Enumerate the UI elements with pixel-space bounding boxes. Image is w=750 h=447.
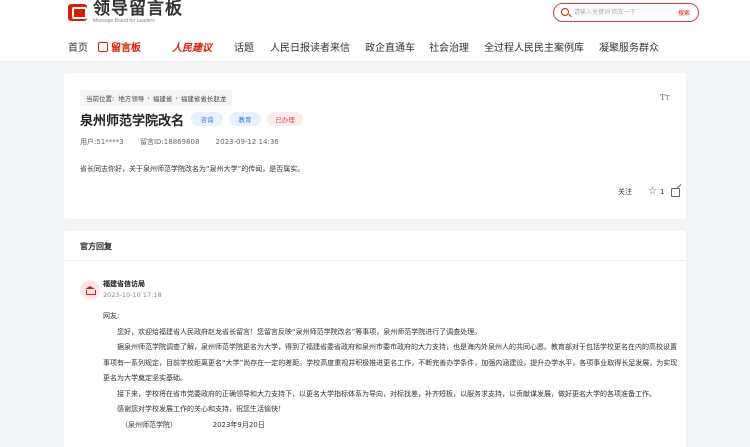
nav-message-board-label: 留言板 — [111, 42, 141, 54]
message-title: 泉州师范学院改名 — [80, 114, 185, 129]
reply-body: 网友: 您好，欢迎给福建省人民政府赵龙省长留言！您留言反映“泉州师范学院改名”等… — [103, 309, 683, 433]
status-badge: 已办理 — [267, 112, 303, 126]
nav-home[interactable]: 首页 — [68, 39, 88, 54]
reply-paragraph: 您好，欢迎给福建省人民政府赵龙省长留言！您留言反映“泉州师范学院改名”等事项，泉… — [117, 327, 482, 336]
nav-enterprise-express[interactable]: 政企直通车 — [365, 39, 415, 54]
reply-card: 官方回复 福建省信访局 2023-10-10 17:18 网友: 您好，欢迎给福… — [64, 231, 686, 447]
breadcrumb-item[interactable]: 地方领导 — [118, 93, 144, 103]
message-meta: 用户:51****3 留言ID:18869808 2023-09-12 14:3… — [80, 137, 293, 147]
divider — [64, 260, 686, 261]
font-size-icon[interactable]: TT — [660, 93, 669, 102]
share-icon[interactable] — [671, 188, 680, 197]
message-user: 用户:51****3 — [80, 138, 124, 146]
breadcrumb-item[interactable]: 福建省 — [153, 93, 173, 103]
reply-signature: （泉州师范学院） 2023年9月20日 — [103, 418, 683, 434]
logo-subtitle: Message Board for Leaders — [93, 17, 155, 24]
reply-paragraph: 据泉州师范学院调查了解，泉州师范学院更名为大学，得到了福建省委省政府和泉州市委市… — [103, 343, 678, 382]
logo-title: 领导留言板 — [93, 0, 183, 19]
nav-serve-masses[interactable]: 凝聚服务群众 — [599, 39, 659, 54]
nav-people-suggestion[interactable]: 人民建议 — [172, 39, 212, 54]
reply-paragraph: 感谢您对学校发展工作的关心和支持，祝您生活愉快！ — [117, 405, 285, 413]
follow-button[interactable]: 关注 — [618, 187, 632, 197]
search-input[interactable] — [574, 6, 664, 19]
chevron-right-icon: › — [175, 94, 178, 102]
message-card: 当前位置: 地方领导 › 福建省 › 福建省省长赵龙 TT 泉州师范学院改名 咨… — [64, 73, 686, 219]
reply-org: 福建省信访局 — [103, 280, 145, 288]
search-box: 搜索 — [553, 3, 699, 22]
header-divider — [0, 61, 750, 62]
message-date: 2023-09-12 14:36 — [215, 138, 279, 146]
search-icon — [561, 8, 569, 16]
message-content: 省长同志你好，关于泉州师范学院改名为“泉州大学”的传闻，是否属实。 — [80, 165, 305, 173]
breadcrumb-label: 当前位置: — [86, 95, 115, 103]
logo-text: 领导留言板 Message Board for Leaders — [93, 0, 183, 24]
signature-date: 2023年9月20日 — [212, 420, 265, 429]
building-icon — [80, 280, 100, 300]
breadcrumb-item[interactable]: 福建省省长赵龙 — [181, 93, 227, 103]
nav-democracy-cases[interactable]: 全过程人民民主案例库 — [484, 39, 584, 54]
site-logo[interactable]: 领导留言板 Message Board for Leaders — [68, 0, 183, 24]
reply-date: 2023-10-10 17:18 — [103, 291, 162, 299]
nav-topics[interactable]: 话题 — [234, 39, 254, 54]
nav-readers-letters[interactable]: 人民日报读者来信 — [270, 39, 350, 54]
chevron-right-icon: › — [147, 94, 150, 102]
reply-greeting: 网友: — [103, 312, 120, 320]
message-board-icon — [98, 41, 108, 52]
search-button[interactable]: 搜索 — [678, 8, 690, 17]
breadcrumb: 当前位置: 地方领导 › 福建省 › 福建省省长赵龙 — [80, 90, 233, 106]
tag-type: 咨询 — [191, 112, 223, 126]
reply-paragraph: 接下来，学校将在省市党委政府的正确领导和大力支持下，以更名大学指标体系为导向，对… — [117, 389, 656, 398]
main-nav: 首页 留言板 人民建议 话题 人民日报读者来信 政企直通车 社会治理 全过程人民… — [68, 34, 750, 58]
star-icon[interactable]: ☆ — [648, 187, 657, 197]
top-header: 领导留言板 Message Board for Leaders 搜索 首页 留言… — [0, 0, 750, 62]
section-title: 官方回复 — [80, 242, 112, 251]
logo-icon — [68, 2, 89, 23]
tag-category: 教育 — [229, 112, 261, 126]
star-count: 1 — [659, 188, 665, 196]
nav-message-board[interactable]: 留言板 — [98, 39, 141, 54]
signature-org: （泉州师范学院） — [121, 420, 177, 429]
nav-social-governance[interactable]: 社会治理 — [429, 39, 469, 54]
message-actions: 关注 ☆ 1 — [618, 187, 664, 197]
message-id: 留言ID:18869808 — [139, 138, 200, 146]
